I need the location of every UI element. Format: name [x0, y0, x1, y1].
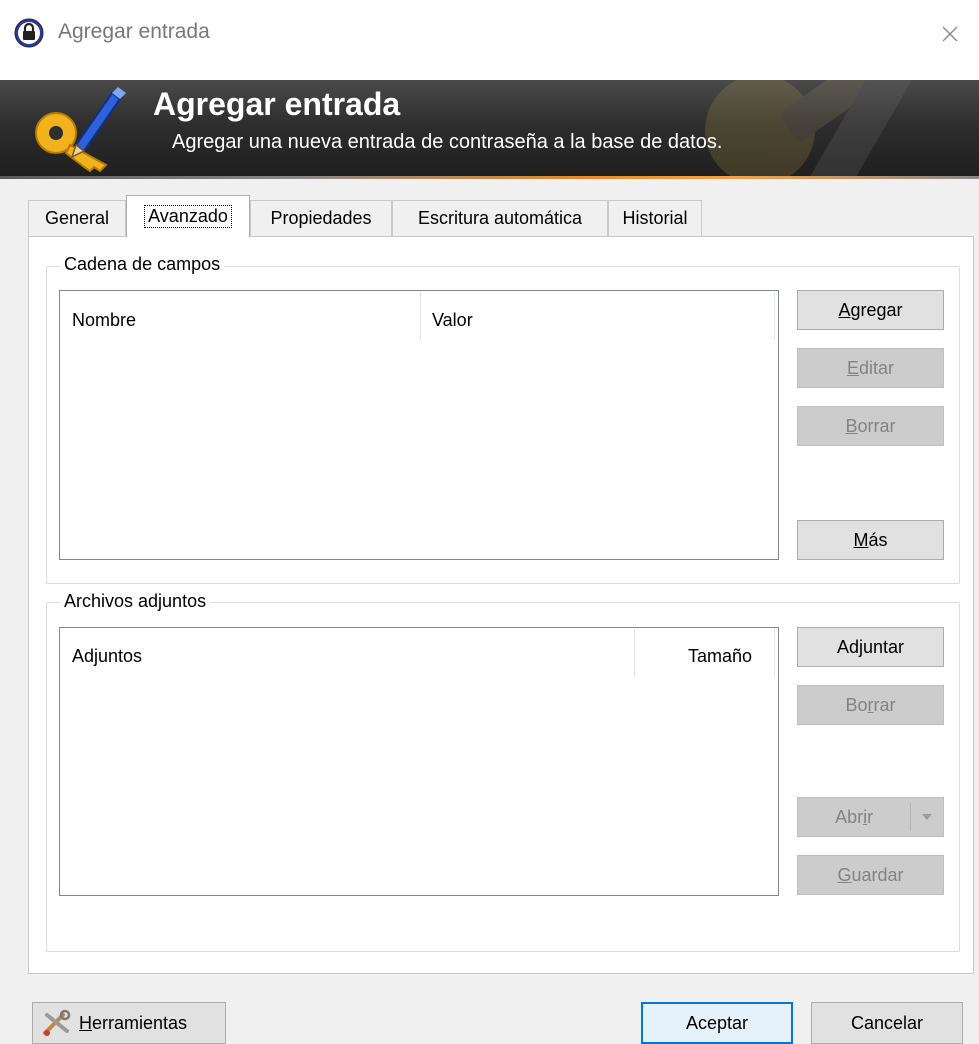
attachments-list[interactable]: [59, 627, 779, 896]
button-label-part: ditar: [859, 357, 895, 378]
column-separator[interactable]: [774, 292, 775, 340]
attach-button[interactable]: Ad j untar: [797, 627, 944, 667]
edit-field-button[interactable]: Editar: [797, 348, 944, 388]
tab-label: Escritura automática: [417, 208, 583, 228]
column-header-nombre[interactable]: Nombre: [72, 310, 136, 331]
banner-accent-line: [0, 176, 979, 179]
button-label-part: rar: [873, 694, 896, 715]
open-split-button[interactable]: Abrir: [797, 797, 944, 837]
button-label-part: Bo: [845, 694, 868, 715]
tab-propiedades[interactable]: Propiedades: [250, 200, 392, 236]
delete-attachment-button[interactable]: Bo r rar: [797, 685, 944, 725]
more-button[interactable]: Más: [797, 520, 944, 560]
window-title: Agregar entrada: [58, 20, 210, 43]
button-label-part: Ad: [836, 636, 859, 657]
mnemonic-letter: M: [853, 529, 869, 550]
cancel-button[interactable]: Cancelar: [811, 1002, 963, 1044]
mnemonic-letter: A: [838, 299, 851, 320]
column-separator[interactable]: [774, 629, 775, 677]
tab-general[interactable]: General: [28, 200, 126, 236]
tab-label: Propiedades: [270, 208, 372, 228]
column-separator[interactable]: [420, 292, 421, 340]
attachments-group-label: Archivos adjuntos: [60, 591, 211, 612]
title-bar: Agregar entrada: [0, 0, 979, 80]
column-separator[interactable]: [634, 629, 635, 677]
column-header-valor[interactable]: Valor: [432, 310, 473, 331]
ok-button[interactable]: Aceptar: [641, 1002, 793, 1044]
column-header-adjuntos[interactable]: Adjuntos: [72, 646, 142, 667]
tools-icon: [43, 1009, 71, 1036]
tab-label: Historial: [622, 208, 688, 228]
button-label: Cancelar: [850, 1012, 924, 1033]
button-label: Aceptar: [685, 1012, 749, 1033]
string-fields-group-label: Cadena de campos: [60, 254, 225, 275]
button-label-part: untar: [863, 636, 905, 657]
button-label-part: Abr: [835, 806, 864, 827]
tab-historial[interactable]: Historial: [608, 200, 702, 236]
button-label-part: orrar: [857, 415, 896, 436]
key-pen-icon: [35, 87, 126, 173]
header-banner: Agregar entrada Agregar una nueva entrad…: [0, 80, 979, 178]
button-label-part: r: [867, 806, 874, 827]
tab-label: General: [44, 208, 110, 228]
tab-avanzado[interactable]: Avanzado: [126, 195, 250, 237]
mnemonic-letter: G: [837, 864, 852, 885]
tab-escritura-automatica[interactable]: Escritura automática: [392, 200, 608, 236]
column-header-tamano[interactable]: Tamaño: [688, 646, 752, 667]
button-label-part: ás: [868, 529, 888, 550]
button-label-part: uardar: [851, 864, 904, 885]
delete-field-button[interactable]: Borrar: [797, 406, 944, 446]
close-icon[interactable]: [938, 22, 962, 46]
tab-label: Avanzado: [144, 205, 232, 228]
keepass-lock-icon: [14, 18, 44, 48]
mnemonic-letter: B: [845, 415, 858, 436]
string-fields-list[interactable]: [59, 290, 779, 560]
mnemonic-letter: E: [846, 357, 859, 378]
chevron-down-icon[interactable]: [911, 809, 943, 825]
tools-button[interactable]: Herramientas: [32, 1002, 226, 1044]
button-label-part: erramientas: [92, 1012, 188, 1033]
save-attachment-button[interactable]: Guardar: [797, 855, 944, 895]
mnemonic-letter: H: [79, 1012, 92, 1033]
banner-key-watermark: [705, 80, 961, 178]
banner-title: Agregar entrada: [153, 86, 401, 122]
open-button-label: Abrir: [798, 807, 910, 828]
button-label-part: gregar: [850, 299, 903, 320]
add-field-button[interactable]: Agregar: [797, 290, 944, 330]
banner-subtitle: Agregar una nueva entrada de contraseña …: [172, 131, 723, 153]
